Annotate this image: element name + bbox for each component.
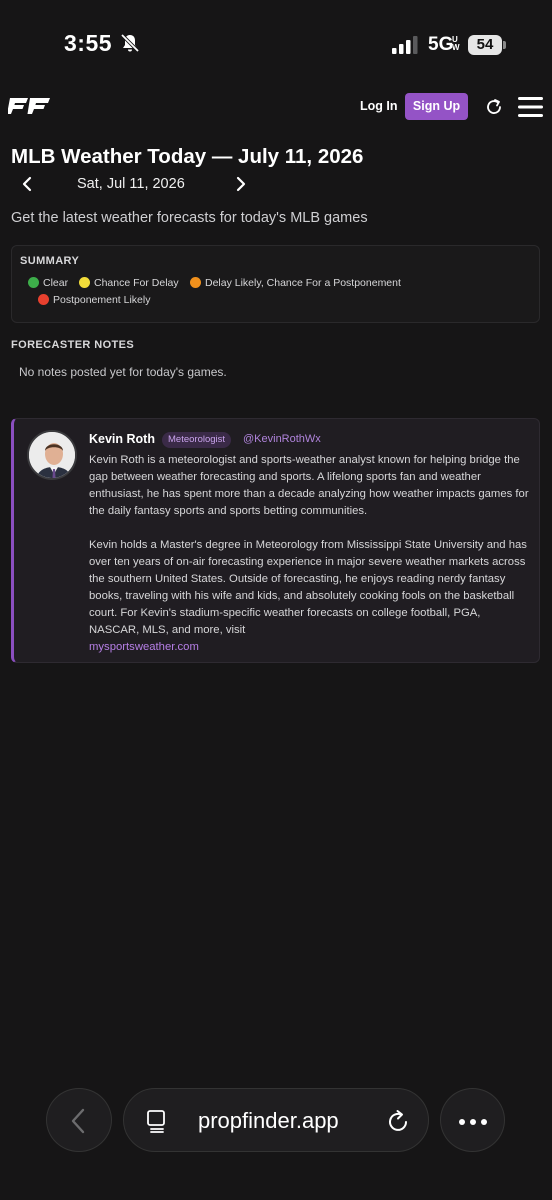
status-dot-icon [28,277,39,288]
login-link[interactable]: Log In [360,99,398,113]
status-dot-icon [79,277,90,288]
page-title: MLB Weather Today — July 11, 2026 [11,145,364,168]
chevron-left-icon[interactable] [20,176,34,192]
chevron-left-icon [71,1108,85,1134]
bell-slash-icon [120,33,140,53]
date-navigator: Sat, Jul 11, 2026 [12,172,262,196]
hamburger-menu-icon[interactable] [518,96,543,118]
network-label: 5G [428,34,454,55]
battery-icon: 54 [468,35,506,55]
legend-item-delay-likely: Delay Likely, Chance For a Postponement [190,277,401,289]
network-sub-label: UW [452,35,460,52]
author-name: Kevin Roth [89,432,155,446]
current-date: Sat, Jul 11, 2026 [77,176,185,192]
bio-paragraph-1: Kevin Roth is a meteorologist and sports… [89,454,529,517]
url-text[interactable]: propfinder.app [198,1108,339,1134]
mysportsweather-link[interactable]: mysportsweather.com [89,641,199,653]
forecaster-notes-title: FORECASTER NOTES [11,339,135,351]
legend-item-chance-delay: Chance For Delay [79,277,179,289]
refresh-icon[interactable] [484,97,504,117]
battery-level: 54 [468,35,502,55]
chevron-right-icon[interactable] [234,176,248,192]
top-nav: Log In Sign Up [0,82,552,132]
signal-icon [392,36,418,54]
more-dots-icon [459,1119,487,1125]
status-bar: 3:55 5G UW 54 [0,0,552,80]
author-handle-link[interactable]: @KevinRothWx [243,433,321,445]
summary-panel: SUMMARY Clear Chance For Delay Delay Lik… [11,245,540,323]
browser-more-button[interactable] [440,1088,505,1152]
author-avatar [27,430,77,480]
page-subtitle: Get the latest weather forecasts for tod… [11,210,368,226]
pf-logo[interactable] [8,96,52,116]
status-dot-icon [190,277,201,288]
bio-paragraph-2: Kevin holds a Master's degree in Meteoro… [89,539,527,653]
status-dot-icon [38,294,49,305]
signup-button[interactable]: Sign Up [405,93,468,120]
summary-title: SUMMARY [20,255,80,267]
tabs-icon[interactable] [146,1109,168,1133]
address-bar[interactable]: propfinder.app [123,1088,429,1152]
legend-item-postponement-likely: Postponement Likely [38,294,150,306]
reload-icon[interactable] [386,1108,410,1134]
author-bio: Kevin Roth is a meteorologist and sports… [89,452,529,656]
author-card: Kevin Roth Meteorologist @KevinRothWx Ke… [11,418,540,663]
role-badge: Meteorologist [162,432,232,448]
forecaster-notes-text: No notes posted yet for today's games. [19,365,227,379]
legend-item-clear: Clear [28,277,68,289]
status-time: 3:55 [64,30,113,56]
browser-back-button[interactable] [46,1088,112,1152]
